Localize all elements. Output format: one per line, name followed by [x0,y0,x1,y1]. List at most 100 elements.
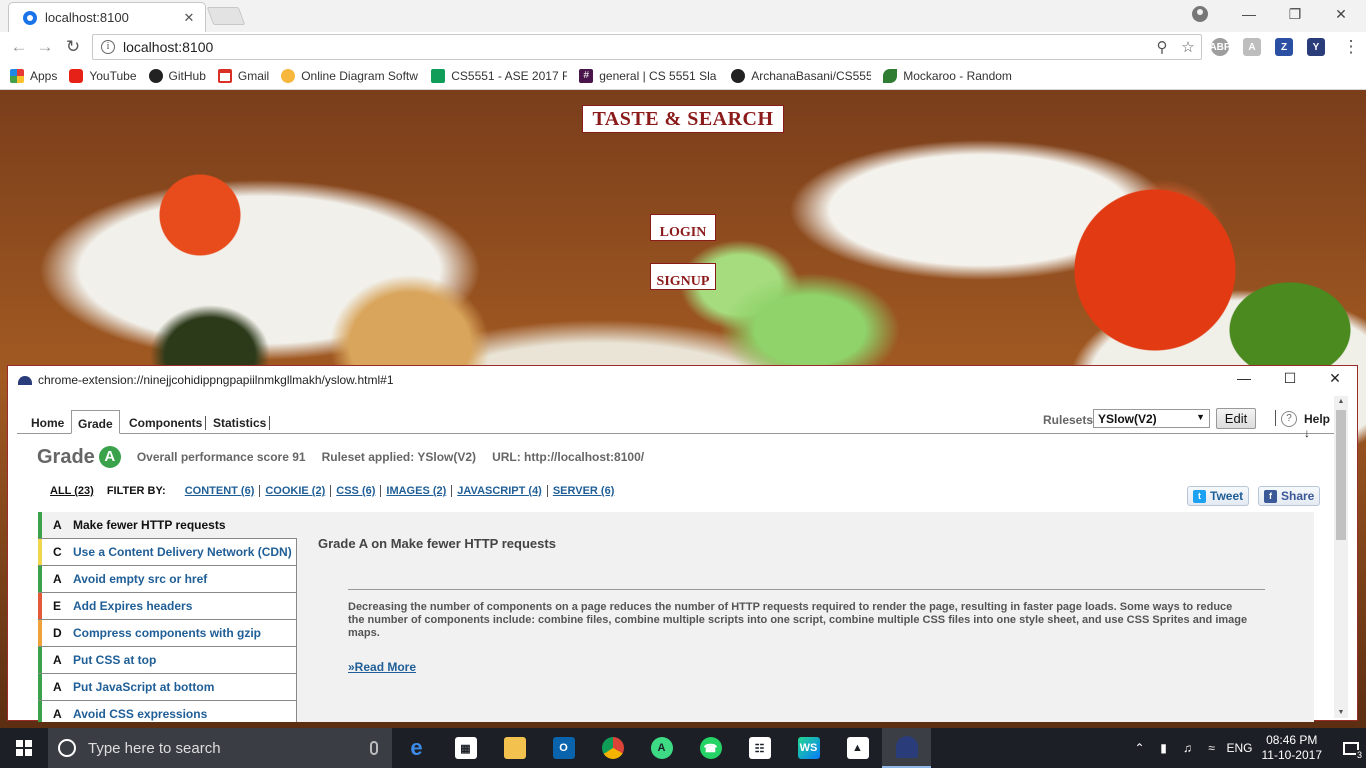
tab-statistics[interactable]: Statistics [207,410,272,434]
bookmark-slack[interactable]: # general | CS 5551 Sla [579,68,719,83]
taskbar-outlook[interactable]: O [539,728,588,768]
grade-color-bar [38,512,42,538]
tab-title: localhost:8100 [45,10,129,25]
volume-icon[interactable]: ♫ [1176,741,1200,755]
chrome-menu-icon[interactable]: ⋮ [1340,36,1362,58]
rule-item[interactable]: A Avoid CSS expressions [38,701,297,722]
yslow-scrollbar[interactable]: ▲ ▼ [1334,396,1348,718]
back-icon[interactable]: ← [8,36,30,58]
grade-panel: A Make fewer HTTP requests C Use a Conte… [38,512,1314,722]
bookmark-mockaroo[interactable]: Mockaroo - Random [883,68,1023,83]
wifi-icon[interactable]: ≈ [1200,741,1224,755]
taskbar-search[interactable]: Type here to search [48,728,392,768]
rulesets-value: YSlow(V2) [1098,412,1157,426]
edit-button[interactable]: Edit [1216,408,1256,429]
filter-images[interactable]: IMAGES (2) [381,485,453,497]
microphone-icon[interactable] [370,741,378,755]
tab-components[interactable]: Components [123,410,208,434]
rule-item[interactable]: A Put CSS at top [38,647,297,674]
zoom-icon[interactable]: ⚲ [1149,38,1175,56]
whatsapp-icon: ☎ [699,737,722,759]
facebook-icon: f [1264,489,1277,503]
taskbar-yslow[interactable] [882,728,931,768]
login-button[interactable]: LOGIN [650,214,716,241]
zotero-icon[interactable]: Z [1275,38,1293,56]
scroll-up-icon[interactable]: ▲ [1334,398,1348,405]
pdf-extension-icon[interactable]: A [1243,38,1261,56]
browser-tab[interactable]: localhost:8100 ✕ [8,2,206,32]
rule-detail-title: Grade A on Make fewer HTTP requests [318,536,556,551]
bookmark-online-diagram[interactable]: Online Diagram Softw [281,68,419,83]
filter-server[interactable]: SERVER (6) [548,485,620,497]
browser-toolbar: ← → ↻ i localhost:8100 ⚲ ☆ ABP A Z Y ⋮ [0,32,1366,62]
minimize-icon[interactable]: — [1226,0,1272,28]
chevron-up-icon[interactable]: ⌃ [1128,741,1152,755]
reload-icon[interactable]: ↻ [62,36,84,58]
tweet-button[interactable]: t Tweet [1187,486,1250,506]
taskbar-photos[interactable]: ▲ [833,728,882,768]
rule-item[interactable]: D Compress components with gzip [38,620,297,647]
clock-time: 08:46 PM [1266,733,1318,747]
yslow-maximize-icon[interactable]: ☐ [1270,370,1310,387]
clock[interactable]: 08:46 PM 11-10-2017 [1262,733,1323,763]
taskbar-store[interactable]: ▦ [441,728,490,768]
bookmark-archanabasani[interactable]: ArchanaBasani/CS555 [731,68,871,83]
taskbar-edge[interactable]: e [392,728,441,768]
rule-item[interactable]: A Make fewer HTTP requests [38,512,297,539]
info-icon[interactable]: i [101,40,115,54]
help-icon[interactable]: ? [1281,411,1297,427]
bookmark-cs5551-sheet[interactable]: CS5551 - ASE 2017 Fa [431,68,567,83]
tab-grade[interactable]: Grade [71,410,120,434]
language-indicator[interactable]: ENG [1224,741,1256,755]
filter-javascript[interactable]: JAVASCRIPT (4) [452,485,548,497]
forward-icon[interactable]: → [34,36,56,58]
rule-item[interactable]: E Add Expires headers [38,593,297,620]
bookmark-star-icon[interactable]: ☆ [1175,38,1201,56]
profile-icon[interactable] [1192,6,1208,22]
close-window-icon[interactable]: ✕ [1318,0,1364,28]
adblock-icon[interactable]: ABP [1209,38,1231,56]
rule-item[interactable]: A Put JavaScript at bottom [38,674,297,701]
yslow-close-icon[interactable]: ✕ [1315,370,1355,387]
tab-close-icon[interactable]: ✕ [179,10,199,26]
filter-css[interactable]: CSS (6) [331,485,382,497]
rulesets-label: Rulesets [1043,413,1094,427]
taskbar-whatsapp[interactable]: ☎ [686,728,735,768]
help-link[interactable]: Help ↓ [1304,412,1335,440]
action-center-button[interactable]: 3 [1336,736,1366,760]
address-bar-url[interactable]: localhost:8100 [123,39,1149,55]
store-icon: ▦ [454,737,477,759]
rulesets-select[interactable]: YSlow(V2) ▼ [1093,409,1210,428]
read-more-link[interactable]: »Read More [348,660,416,674]
bookmark-apps[interactable]: Apps [10,68,57,83]
taskbar-android-studio[interactable]: A [637,728,686,768]
taskbar-chrome[interactable] [588,728,637,768]
restore-icon[interactable]: ❐ [1272,0,1318,28]
filter-by-label: FILTER BY: [106,485,166,497]
battery-icon[interactable]: ▮ [1152,741,1176,755]
github-icon [731,68,746,83]
bookmark-gmail[interactable]: Gmail [217,68,269,83]
bookmark-github[interactable]: GitHub [148,68,206,83]
grade-color-bar [38,566,42,592]
taskbar-search-placeholder: Type here to search [88,739,221,757]
taskbar-calculator[interactable]: ☷ [735,728,784,768]
yslow-extension-icon[interactable]: Y [1307,38,1325,56]
bookmark-youtube[interactable]: YouTube [69,68,137,83]
signup-button[interactable]: SIGNUP [650,263,716,290]
filter-cookie[interactable]: COOKIE (2) [260,485,332,497]
rule-item[interactable]: A Avoid empty src or href [38,566,297,593]
filter-content[interactable]: CONTENT (6) [180,485,261,497]
share-button[interactable]: f Share [1258,486,1321,506]
yslow-minimize-icon[interactable]: — [1224,370,1264,386]
filter-all[interactable]: ALL (23) [50,485,94,497]
tab-home[interactable]: Home [25,410,70,434]
rule-item[interactable]: C Use a Content Delivery Network (CDN) [38,539,297,566]
taskbar-webstorm[interactable]: WS [784,728,833,768]
scrollbar-thumb[interactable] [1336,410,1346,540]
start-button[interactable] [0,728,48,768]
address-bar[interactable]: i localhost:8100 ⚲ ☆ [92,34,1202,60]
new-tab-button[interactable] [206,7,246,25]
scroll-down-icon[interactable]: ▼ [1334,709,1348,716]
taskbar-file-explorer[interactable] [490,728,539,768]
